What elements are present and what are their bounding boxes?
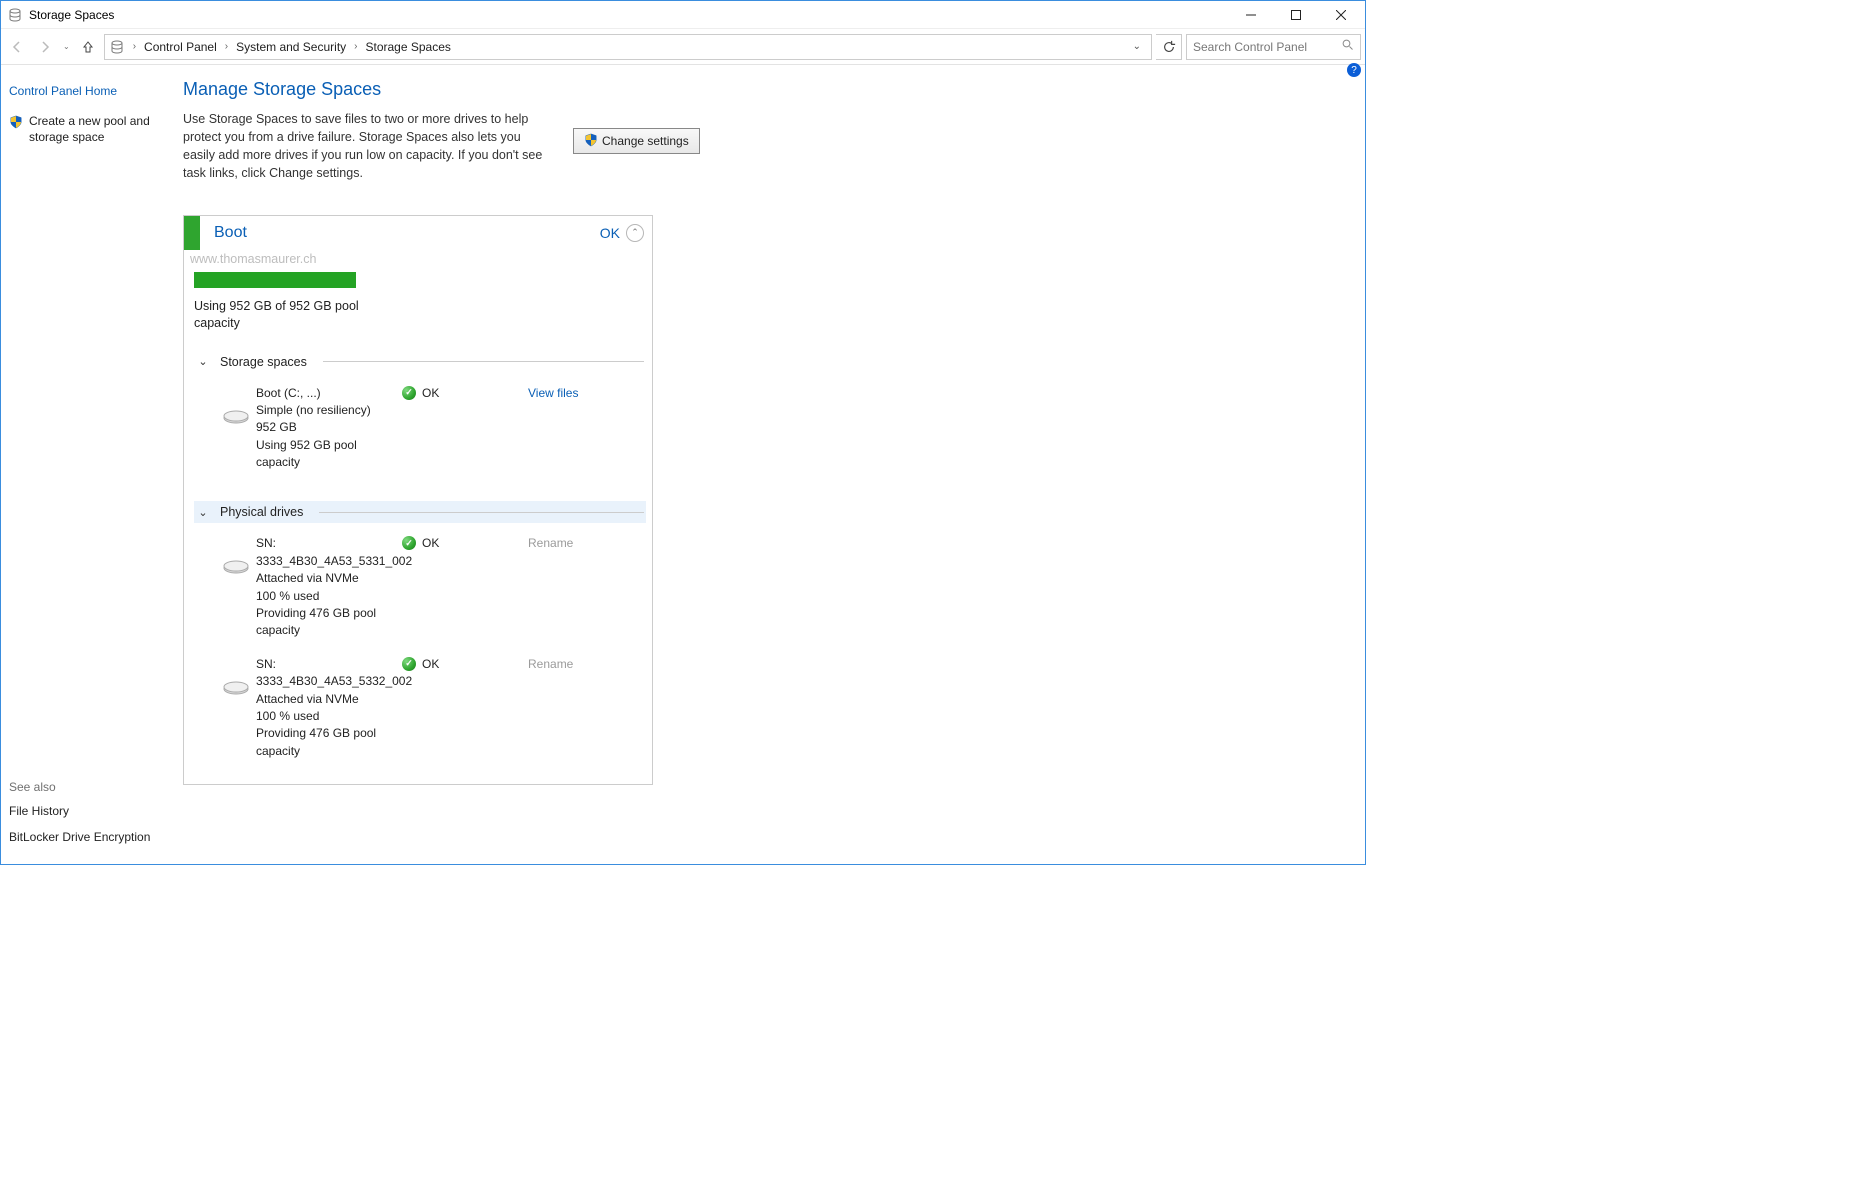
- watermark-text: www.thomasmaurer.ch: [184, 250, 652, 268]
- see-also-label: See also: [9, 780, 173, 794]
- breadcrumb-item[interactable]: Control Panel: [144, 40, 217, 54]
- drive-sn: 3333_4B30_4A53_5332_002: [256, 673, 396, 690]
- recent-locations-dropdown[interactable]: ⌄: [61, 42, 72, 51]
- address-bar[interactable]: › Control Panel › System and Security › …: [104, 34, 1152, 60]
- rename-link: Rename: [528, 536, 573, 550]
- storage-pool-card: Boot OK ⌃ www.thomasmaurer.ch Using 952 …: [183, 215, 653, 786]
- section-title: Physical drives: [220, 505, 303, 519]
- pool-name: Boot: [200, 224, 247, 242]
- up-button[interactable]: [76, 35, 100, 59]
- drive-used: 100 % used: [256, 708, 396, 725]
- space-usage: Using 952 GB pool capacity: [256, 437, 396, 472]
- drive-providing: Providing 476 GB pool capacity: [256, 725, 396, 760]
- drive-sn-label: SN:: [256, 656, 396, 673]
- close-button[interactable]: [1318, 1, 1363, 29]
- page-title: Manage Storage Spaces: [183, 79, 1351, 100]
- drive-icon: [222, 407, 250, 427]
- search-input[interactable]: Search Control Panel: [1186, 34, 1361, 60]
- storage-spaces-icon: [109, 39, 125, 55]
- physical-drive-item: SN: 3333_4B30_4A53_5332_002 Attached via…: [194, 652, 646, 772]
- pool-status-swatch: [184, 216, 200, 250]
- space-resiliency: Simple (no resiliency): [256, 402, 396, 419]
- ok-check-icon: [402, 657, 416, 671]
- pool-capacity-text: Using 952 GB of 952 GB pool capacity: [194, 298, 374, 333]
- drive-attach: Attached via NVMe: [256, 570, 396, 587]
- pool-header[interactable]: Boot OK ⌃: [184, 216, 652, 250]
- refresh-button[interactable]: [1156, 34, 1182, 60]
- drive-providing: Providing 476 GB pool capacity: [256, 605, 396, 640]
- minimize-button[interactable]: [1228, 1, 1273, 29]
- storage-spaces-icon: [7, 7, 23, 23]
- search-icon: [1342, 39, 1354, 54]
- help-button[interactable]: ?: [1347, 63, 1361, 77]
- view-files-link[interactable]: View files: [528, 386, 578, 400]
- capacity-bar: [194, 272, 356, 288]
- storage-spaces-section-header[interactable]: ⌄ Storage spaces: [194, 351, 646, 373]
- maximize-button[interactable]: [1273, 1, 1318, 29]
- ok-check-icon: [402, 536, 416, 550]
- file-history-link[interactable]: File History: [9, 804, 173, 818]
- chevron-down-icon: ⌄: [196, 506, 210, 519]
- pool-status: OK: [600, 225, 626, 241]
- drive-icon: [222, 678, 250, 698]
- titlebar: Storage Spaces: [1, 1, 1365, 29]
- chevron-right-icon[interactable]: ›: [129, 41, 140, 52]
- physical-drives-section-header[interactable]: ⌄ Physical drives: [194, 501, 646, 523]
- space-status: OK: [422, 385, 439, 402]
- bitlocker-link[interactable]: BitLocker Drive Encryption: [9, 830, 173, 844]
- physical-drive-item: SN: 3333_4B30_4A53_5331_002 Attached via…: [194, 531, 646, 651]
- address-dropdown-button[interactable]: ⌄: [1127, 41, 1147, 52]
- chevron-down-icon: ⌄: [196, 355, 210, 368]
- content-area: Manage Storage Spaces Use Storage Spaces…: [181, 75, 1365, 864]
- ok-check-icon: [402, 386, 416, 400]
- drive-sn-label: SN:: [256, 535, 396, 552]
- change-settings-button[interactable]: Change settings: [573, 128, 700, 154]
- navigation-bar: ⌄ › Control Panel › System and Security …: [1, 29, 1365, 65]
- window-title: Storage Spaces: [29, 8, 114, 22]
- search-placeholder: Search Control Panel: [1193, 40, 1307, 54]
- forward-button[interactable]: [33, 35, 57, 59]
- chevron-right-icon[interactable]: ›: [350, 41, 361, 52]
- change-settings-label: Change settings: [602, 134, 689, 148]
- shield-icon: [9, 115, 23, 129]
- storage-space-item: Boot (C:, ...) Simple (no resiliency) 95…: [194, 381, 646, 484]
- space-name: Boot (C:, ...): [256, 385, 396, 402]
- shield-icon: [584, 133, 598, 150]
- collapse-button[interactable]: ⌃: [626, 224, 644, 242]
- sidebar: Control Panel Home Create a new pool and…: [1, 75, 181, 864]
- drive-status: OK: [422, 535, 439, 552]
- chevron-right-icon[interactable]: ›: [221, 41, 232, 52]
- section-title: Storage spaces: [220, 355, 307, 369]
- drive-status: OK: [422, 656, 439, 673]
- breadcrumb-item[interactable]: System and Security: [236, 40, 346, 54]
- drive-icon: [222, 557, 250, 577]
- back-button[interactable]: [5, 35, 29, 59]
- drive-attach: Attached via NVMe: [256, 691, 396, 708]
- breadcrumb-item[interactable]: Storage Spaces: [366, 40, 451, 54]
- rename-link: Rename: [528, 657, 573, 671]
- control-panel-home-link[interactable]: Control Panel Home: [9, 83, 173, 99]
- page-description: Use Storage Spaces to save files to two …: [183, 110, 543, 183]
- drive-used: 100 % used: [256, 588, 396, 605]
- create-pool-link[interactable]: Create a new pool and storage space: [29, 113, 173, 145]
- drive-sn: 3333_4B30_4A53_5331_002: [256, 553, 396, 570]
- space-size: 952 GB: [256, 419, 396, 436]
